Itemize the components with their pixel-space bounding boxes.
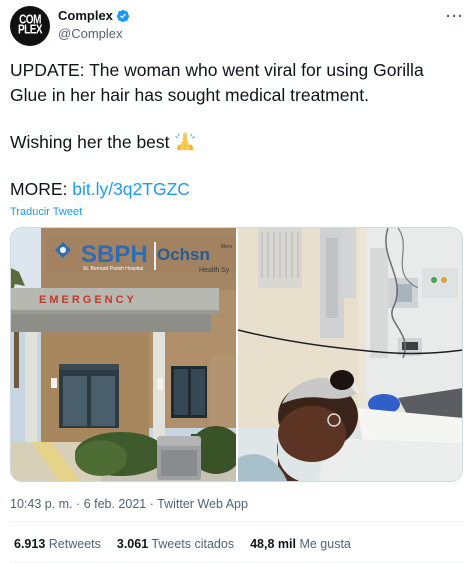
quote-tweets-stat[interactable]: 3.061 Tweets citados: [117, 537, 234, 551]
tweet-source[interactable]: Twitter Web App: [157, 497, 248, 511]
sign-small-top-text: Mem: [221, 244, 232, 250]
tweet-time[interactable]: 10:43 p. m.: [10, 497, 73, 511]
tweet-header: COM PLEX Complex @Complex ···: [10, 6, 464, 46]
sign-small-bottom-text: Health Sy: [199, 267, 230, 274]
tweet-link[interactable]: bit.ly/3q2TGZC: [72, 179, 190, 199]
folded-hands-emoji-icon: [175, 132, 196, 151]
likes-count: 48,8 mil: [250, 537, 296, 551]
tweet-date[interactable]: 6 feb. 2021: [84, 497, 147, 511]
avatar-text-bottom: PLEX: [17, 23, 43, 38]
quotes-label: Tweets citados: [151, 537, 235, 551]
tweet-line-3: MORE: bit.ly/3q2TGZC: [10, 177, 460, 202]
quotes-count: 3.061: [116, 537, 149, 551]
meta-separator-1: ·: [76, 497, 81, 511]
sign-secondary-text: Ochsn: [157, 245, 210, 264]
tweet-line-2: Wishing her the best: [10, 130, 460, 155]
likes-label: Me gusta: [299, 537, 351, 551]
retweets-count: 6.913: [14, 537, 46, 551]
sign-main-text: SBPH: [81, 241, 148, 268]
patient-photo[interactable]: [238, 228, 462, 481]
hospital-photo-graphic: SBPH Ochsn St. Bernard Parish Hospital M…: [11, 228, 236, 481]
emergency-sign-text: EMERGENCY: [39, 294, 137, 306]
hospital-photo[interactable]: SBPH Ochsn St. Bernard Parish Hospital M…: [11, 228, 236, 481]
retweets-stat[interactable]: 6.913 Retweets: [14, 537, 101, 551]
author-display-name[interactable]: Complex: [58, 8, 113, 23]
sign-sub-text: St. Bernard Parish Hospital: [83, 266, 143, 272]
tweet-line-2-text: Wishing her the best: [10, 132, 170, 152]
tweet-stats: 6.913 Retweets 3.061 Tweets citados 48,8…: [14, 537, 351, 551]
author-handle[interactable]: @Complex: [58, 26, 130, 41]
tweet-media[interactable]: SBPH Ochsn St. Bernard Parish Hospital M…: [10, 227, 463, 482]
divider: [10, 521, 464, 522]
verified-badge-icon: [116, 9, 130, 22]
tweet-body: UPDATE: The woman who went viral for usi…: [10, 58, 460, 202]
tweet-more-prefix: MORE:: [10, 179, 73, 199]
patient-photo-graphic: [238, 228, 462, 481]
tweet-meta: 10:43 p. m. · 6 feb. 2021 · Twitter Web …: [10, 497, 248, 511]
meta-separator-2: ·: [149, 497, 154, 511]
tweet-line-1: UPDATE: The woman who went viral for usi…: [10, 60, 424, 105]
more-options-icon[interactable]: ···: [446, 8, 464, 25]
retweets-label: Retweets: [48, 537, 101, 551]
author-names: Complex @Complex: [58, 8, 130, 41]
avatar[interactable]: COM PLEX: [10, 6, 50, 46]
translate-tweet-link[interactable]: Traducir Tweet: [10, 206, 82, 218]
likes-stat[interactable]: 48,8 mil Me gusta: [250, 537, 351, 551]
